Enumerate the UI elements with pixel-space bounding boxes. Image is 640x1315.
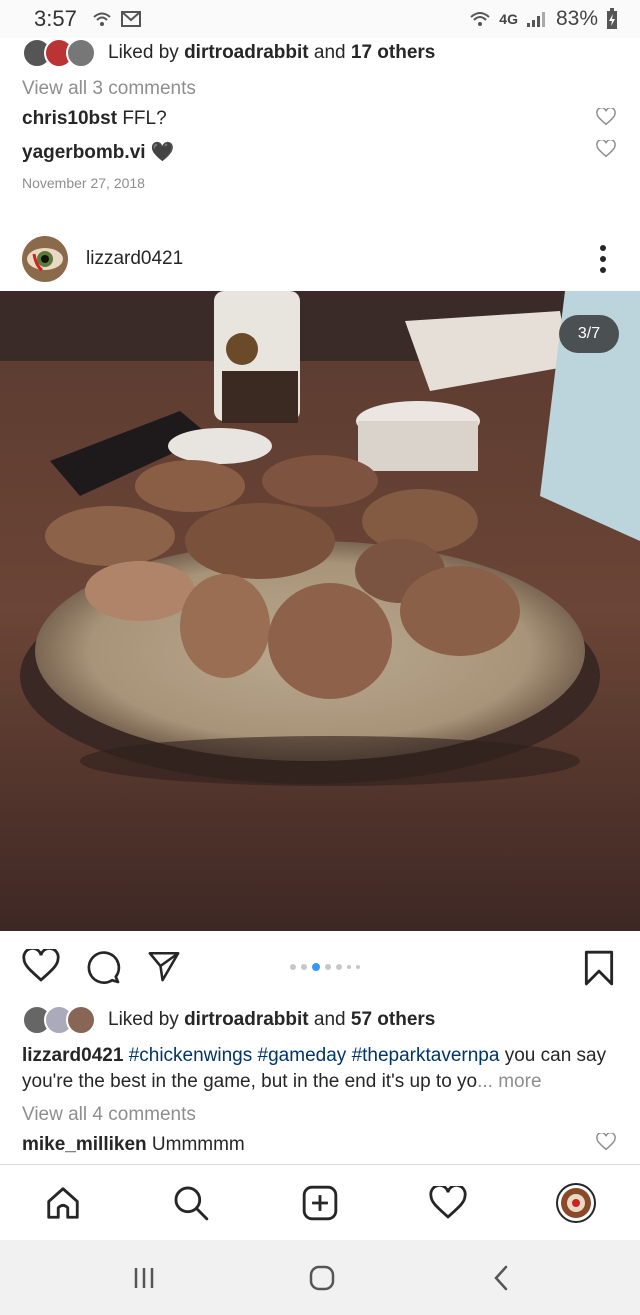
recents-icon[interactable] [124, 1262, 164, 1294]
comment-like-heart-icon[interactable] [596, 1133, 616, 1151]
comment-like-heart-icon[interactable] [596, 140, 616, 158]
like-heart-icon[interactable] [22, 949, 60, 983]
hashtag-link[interactable]: #gameday [258, 1045, 347, 1066]
comment-text: FFL? [122, 108, 167, 129]
avatar[interactable] [22, 236, 68, 282]
comment-text: 🖤 [150, 142, 175, 163]
post-caption: lizzard0421 #chickenwings #gameday #thep… [22, 1043, 622, 1095]
battery-percent: 83% [555, 7, 598, 30]
activity-heart-icon[interactable] [428, 1183, 468, 1223]
home-icon[interactable] [43, 1183, 83, 1223]
post-username[interactable]: lizzard0421 [86, 248, 183, 270]
caption-username[interactable]: lizzard0421 [22, 1045, 123, 1066]
view-all-comments-link[interactable]: View all 3 comments [22, 78, 196, 100]
likes-prefix: Liked by [108, 42, 179, 63]
gmail-icon [120, 11, 141, 27]
back-icon[interactable] [482, 1262, 522, 1294]
comment-like-heart-icon[interactable] [596, 108, 616, 126]
more-options-icon[interactable] [588, 239, 618, 279]
comment-icon[interactable] [85, 949, 121, 985]
avatar [66, 1005, 96, 1035]
wifi-icon [470, 12, 490, 26]
liker-avatars [22, 1005, 96, 1035]
comment-text: Ummmmm [151, 1134, 245, 1155]
wifi-call-icon [93, 12, 111, 26]
eye-avatar-icon [22, 236, 68, 282]
caption-more-link[interactable]: ... more [477, 1071, 541, 1092]
likes-and: and [313, 1009, 346, 1030]
comment-user[interactable]: yagerbomb.vi [22, 142, 146, 163]
likes-user[interactable]: dirtroadrabbit [184, 42, 309, 64]
chicken-wings-photo [0, 291, 640, 931]
post-likes[interactable]: Liked by dirtroadrabbit and 57 others [22, 1005, 435, 1035]
comment-user[interactable]: chris10bst [22, 108, 117, 129]
carousel-indicator [290, 963, 360, 971]
status-time: 3:57 [34, 6, 77, 31]
post-date: November 27, 2018 [22, 175, 145, 191]
likes-and: and [313, 42, 346, 63]
share-send-icon[interactable] [146, 949, 182, 983]
liker-avatars [22, 38, 96, 68]
carousel-counter-badge: 3/7 [559, 315, 619, 353]
view-all-comments-link[interactable]: View all 4 comments [22, 1104, 196, 1126]
carousel-dot [290, 964, 296, 970]
likes-prefix: Liked by [108, 1009, 179, 1030]
post-actions [0, 941, 640, 991]
android-navigation-bar [0, 1240, 640, 1315]
post-header: lizzard0421 [0, 228, 640, 290]
carousel-dot [347, 965, 351, 969]
likes-others[interactable]: 57 others [351, 1009, 435, 1031]
comment-row: yagerbomb.vi 🖤 [22, 140, 175, 164]
bottom-navigation [0, 1164, 640, 1240]
hashtag-link[interactable]: #theparktavernpa [352, 1045, 500, 1066]
comment-row: mike_milliken Ummmmm [22, 1134, 245, 1156]
signal-icon [526, 12, 545, 27]
carousel-dot [356, 965, 360, 969]
hashtag-link[interactable]: #chickenwings [129, 1045, 253, 1066]
post-image[interactable] [0, 291, 640, 931]
carousel-dot [325, 964, 331, 970]
add-post-icon[interactable] [300, 1183, 340, 1223]
previous-post-likes[interactable]: Liked by dirtroadrabbit and 17 others [22, 38, 435, 68]
likes-user[interactable]: dirtroadrabbit [184, 1009, 309, 1031]
search-icon[interactable] [171, 1183, 211, 1223]
comment-row: chris10bst FFL? [22, 108, 167, 130]
home-button-icon[interactable] [302, 1262, 342, 1294]
profile-avatar[interactable] [556, 1183, 596, 1223]
avatar [66, 38, 96, 68]
feed[interactable]: Liked by dirtroadrabbit and 17 others Vi… [0, 38, 640, 1164]
save-bookmark-icon[interactable] [582, 949, 616, 987]
battery-charging-icon [607, 8, 617, 29]
carousel-dot [336, 964, 342, 970]
likes-others[interactable]: 17 others [351, 42, 435, 64]
carousel-dot [312, 963, 320, 971]
carousel-dot [301, 964, 307, 970]
comment-user[interactable]: mike_milliken [22, 1134, 147, 1155]
status-bar: 3:57 4G 83% [0, 0, 640, 38]
network-type: 4G [499, 11, 518, 27]
